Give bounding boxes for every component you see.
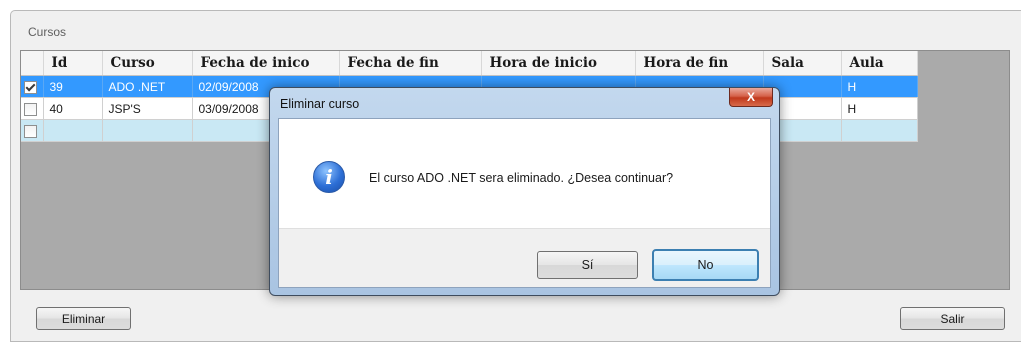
row-checkbox-cell[interactable]	[21, 97, 44, 120]
cell-aula[interactable]: H	[841, 97, 918, 120]
column-header-fecha-inicio[interactable]: Fecha de inico	[192, 51, 340, 76]
cell-id[interactable]: 40	[43, 97, 103, 120]
column-header-fecha-fin[interactable]: Fecha de fin	[339, 51, 482, 76]
cell-aula[interactable]: H	[841, 75, 918, 98]
row-checkbox-checked[interactable]	[24, 80, 37, 94]
header-checkbox-col	[21, 51, 44, 76]
row-checkbox-cell[interactable]	[21, 75, 44, 98]
no-button[interactable]: No	[652, 249, 759, 281]
eliminar-button[interactable]: Eliminar	[36, 307, 131, 330]
row-checkbox[interactable]	[24, 124, 37, 138]
column-header-hora-fin[interactable]: Hora de fin	[635, 51, 764, 76]
row-checkbox-cell[interactable]	[21, 119, 44, 142]
info-icon: i	[313, 161, 345, 193]
dialog-body: i El curso ADO .NET sera eliminado. ¿Des…	[278, 118, 771, 288]
yes-button[interactable]: Sí	[537, 251, 638, 279]
column-header-id[interactable]: Id	[43, 51, 103, 76]
table-header-row: Id Curso Fecha de inico Fecha de fin Hor…	[21, 51, 918, 76]
column-header-aula[interactable]: Aula	[841, 51, 918, 76]
cell-curso[interactable]	[102, 119, 193, 142]
close-icon[interactable]: X	[729, 88, 773, 107]
cell-id[interactable]: 39	[43, 75, 103, 98]
cell-curso[interactable]: JSP'S	[102, 97, 193, 120]
column-header-curso[interactable]: Curso	[102, 51, 193, 76]
column-header-hora-inicio[interactable]: Hora de inicio	[481, 51, 636, 76]
cell-curso[interactable]: ADO .NET	[102, 75, 193, 98]
cell-aula[interactable]	[841, 119, 918, 142]
column-header-sala[interactable]: Sala	[763, 51, 842, 76]
row-checkbox[interactable]	[24, 102, 37, 116]
cell-id[interactable]	[43, 119, 103, 142]
dialog-message: El curso ADO .NET sera eliminado. ¿Desea…	[369, 171, 674, 185]
group-label: Cursos	[28, 25, 67, 39]
salir-button[interactable]: Salir	[900, 307, 1005, 330]
dialog-title: Eliminar curso	[280, 97, 360, 111]
confirm-dialog: Eliminar curso X i El curso ADO .NET ser…	[269, 87, 780, 296]
